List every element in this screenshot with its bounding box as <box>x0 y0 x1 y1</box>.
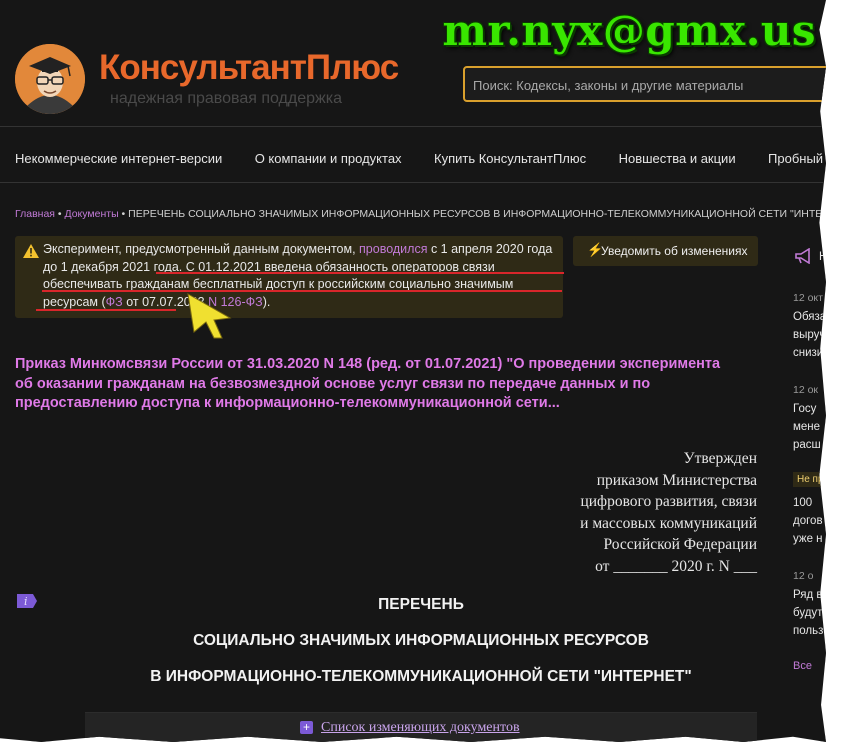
approval-line: приказом Министерства <box>596 471 757 489</box>
news-item-line[interactable]: уже н <box>793 530 823 549</box>
approval-line: Российской Федерации <box>603 536 757 553</box>
news-item-line[interactable]: Обяза <box>793 308 826 327</box>
header-divider <box>0 126 826 127</box>
doc-heading-3: В ИНФОРМАЦИОННО-ТЕЛЕКОММУНИКАЦИОННОЙ СЕТ… <box>150 668 692 685</box>
experiment-notice: Эксперимент, предусмотренный данным доку… <box>15 236 563 318</box>
notify-label: Уведомить об изменениях <box>601 244 748 258</box>
news-date: 12 окт <box>793 292 823 304</box>
megaphone-icon <box>795 248 810 264</box>
amending-docs-label: Список изменяющих документов <box>321 720 520 735</box>
news-badge: Не пр <box>793 472 826 487</box>
approval-line: Утвержден <box>683 450 757 467</box>
nav-divider <box>0 182 826 183</box>
brand-tagline: надежная правовая поддержка <box>110 90 342 107</box>
nav-item-noncommercial[interactable]: Некоммерческие интернет-версии <box>15 151 222 166</box>
nav-item-trial[interactable]: Пробный до <box>768 151 826 166</box>
news-item-line[interactable]: будут <box>793 604 822 623</box>
search-box[interactable] <box>463 66 826 102</box>
news-item-line[interactable]: расш <box>793 436 821 455</box>
approval-block: Утвержден приказом Министерства цифровог… <box>497 448 757 577</box>
doc-heading-2: СОЦИАЛЬНО ЗНАЧИМЫХ ИНФОРМАЦИОННЫХ РЕСУРС… <box>193 632 649 649</box>
notify-changes-button[interactable]: ⚡ Уведомить об изменениях <box>573 236 758 266</box>
breadcrumb-current: ПЕРЕЧЕНЬ СОЦИАЛЬНО ЗНАЧИМЫХ ИНФОРМАЦИОНН… <box>128 208 826 220</box>
annotation-underline <box>42 290 562 292</box>
notice-text: Эксперимент, предусмотренный данным доку… <box>43 241 553 311</box>
all-news-link[interactable]: Все <box>793 660 812 672</box>
news-item-line[interactable]: Ряд в <box>793 586 823 605</box>
document-title: Приказ Минкомсвязи России от 31.03.2020 … <box>15 356 721 411</box>
news-date: 12 ок <box>793 384 819 396</box>
news-item-line[interactable]: мене <box>793 418 820 437</box>
news-item-line[interactable]: Госу <box>793 400 816 419</box>
brand-name: КонсультантПлюс <box>99 48 399 87</box>
warning-icon <box>23 244 39 258</box>
breadcrumb-sep: • <box>118 208 129 220</box>
logo[interactable]: КонсультантПлюс надежная правовая поддер… <box>15 44 399 114</box>
notice-link-conducted[interactable]: проводился <box>359 242 427 256</box>
main-nav: Некоммерческие интернет-версии О компани… <box>15 150 826 170</box>
news-date: 12 о <box>793 570 814 582</box>
browser-page: КонсультантПлюс надежная правовая поддер… <box>0 0 826 742</box>
nav-item-about[interactable]: О компании и продуктах <box>255 151 402 166</box>
doc-heading-1: ПЕРЕЧЕНЬ <box>378 596 464 613</box>
nav-item-buy[interactable]: Купить КонсультантПлюс <box>434 151 586 166</box>
notice-link-fz[interactable]: ФЗ <box>106 295 123 309</box>
annotation-underline <box>36 309 176 311</box>
annotation-arrow-icon <box>187 293 232 339</box>
notice-text-part: Эксперимент, предусмотренный данным доку… <box>43 242 360 256</box>
email-watermark: mr.nyx@gmx.us <box>442 6 816 55</box>
nav-item-news[interactable]: Новшества и акции <box>619 151 736 166</box>
approval-line: цифрового развития, связи <box>580 493 757 510</box>
approval-line: от _______ 2020 г. N ___ <box>595 557 757 575</box>
news-item-line[interactable]: польз <box>793 622 823 641</box>
sidebar-title: Н <box>819 251 826 263</box>
notice-text-part: ). <box>262 294 271 309</box>
breadcrumb-home[interactable]: Главная <box>15 208 55 220</box>
breadcrumb-docs[interactable]: Документы <box>64 208 118 220</box>
amending-docs-toggle[interactable]: + Список изменяющих документов <box>85 712 757 742</box>
annotation-underline <box>156 272 564 274</box>
plus-icon: + <box>300 721 313 734</box>
approval-line: и массовых коммуникаций <box>580 514 757 532</box>
news-item-line[interactable]: снизи <box>793 344 823 363</box>
news-item-line[interactable]: выруч <box>793 326 825 345</box>
logo-avatar-icon <box>15 44 85 114</box>
search-input[interactable] <box>465 68 826 102</box>
news-item-line[interactable]: догов <box>793 512 823 531</box>
breadcrumb: Главная • Документы • ПЕРЕЧЕНЬ СОЦИАЛЬНО… <box>15 208 826 220</box>
news-item-line[interactable]: 100 <box>793 494 812 513</box>
